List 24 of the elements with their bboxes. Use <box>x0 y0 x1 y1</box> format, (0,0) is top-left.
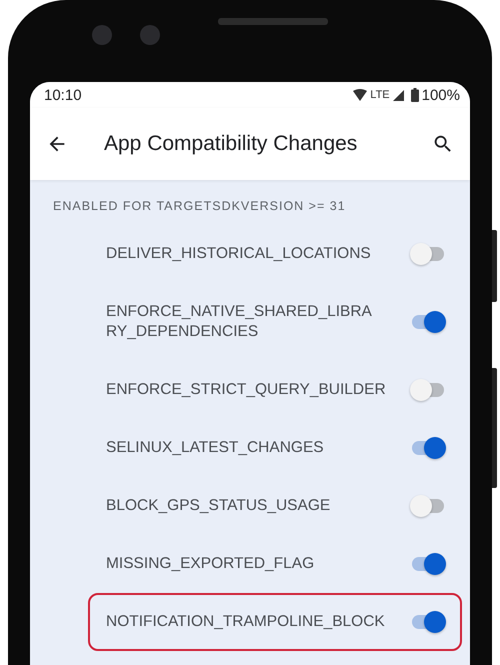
toggle-switch[interactable] <box>410 242 446 266</box>
camera-lens <box>140 25 160 45</box>
network-label: LTE <box>370 89 390 101</box>
change-name: SELINUX_LATEST_CHANGES <box>106 438 325 458</box>
signal-icon <box>392 90 404 100</box>
change-name: DELIVER_HISTORICAL_LOCATIONS <box>106 244 372 264</box>
camera-lens <box>92 25 112 45</box>
screen-title: App Compatibility Changes <box>104 132 358 156</box>
wifi-icon <box>353 89 368 101</box>
change-name: ENFORCE_NATIVE_SHARED_LIBRA RY_DEPENDENCIES <box>106 302 373 342</box>
change-name: MISSING_EXPORTED_FLAG <box>106 554 316 574</box>
battery-icon <box>410 88 419 102</box>
toggle-switch[interactable] <box>410 436 446 460</box>
toggle-switch[interactable] <box>410 610 446 634</box>
change-name: NOTIFICATION_TRAMPOLINE_BLOCK <box>106 612 386 632</box>
toggle-switch[interactable] <box>410 310 446 334</box>
status-time: 10:10 <box>44 86 82 104</box>
section-header: ENABLED FOR TARGETSDKVERSION >= 31 <box>52 198 347 215</box>
toggle-switch[interactable] <box>410 552 446 576</box>
toggle-switch[interactable] <box>410 494 446 518</box>
toggle-switch[interactable] <box>410 378 446 402</box>
battery-percent: 100% <box>422 86 460 104</box>
change-name: ENFORCE_STRICT_QUERY_BUILDER <box>106 380 387 400</box>
change-name: BLOCK_GPS_STATUS_USAGE <box>106 496 332 516</box>
